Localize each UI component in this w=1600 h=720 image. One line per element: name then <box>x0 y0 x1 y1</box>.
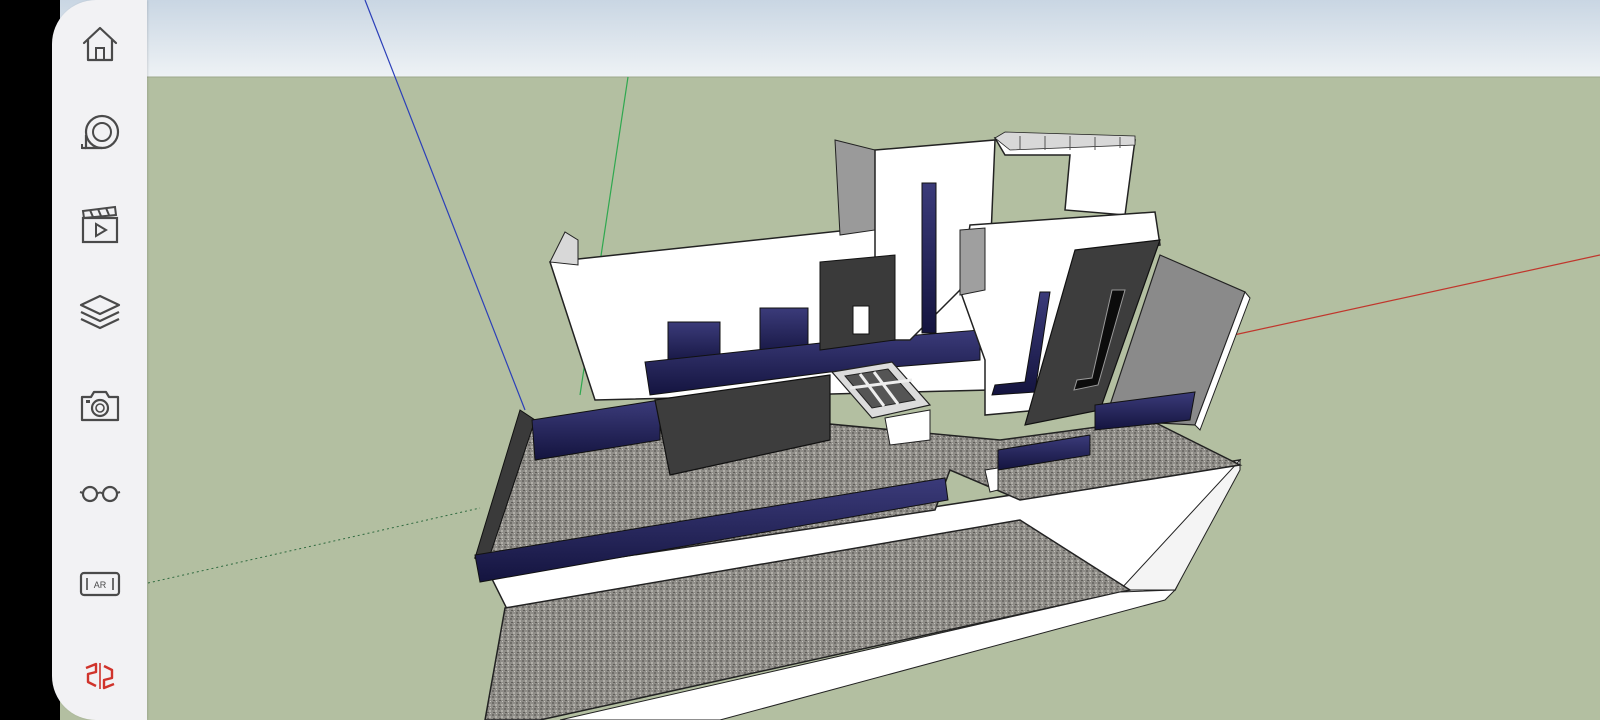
chimney-opening <box>852 305 870 335</box>
tape-measure-icon <box>77 111 123 157</box>
camera-icon <box>78 384 122 428</box>
svg-text:AR: AR <box>94 580 107 590</box>
dark-chimney <box>819 254 896 351</box>
home-button[interactable] <box>74 18 126 70</box>
left-toolbar: AR <box>52 0 147 720</box>
glasses-icon <box>78 479 122 509</box>
tower-slot-window <box>921 182 937 334</box>
sketchup-logo-button[interactable] <box>74 650 126 702</box>
layers-button[interactable] <box>74 287 126 339</box>
tape-measure-button[interactable] <box>74 108 126 160</box>
home-icon <box>78 22 122 66</box>
status-gutter <box>0 0 60 720</box>
scenes-icon <box>78 202 122 246</box>
app-screen: AR <box>0 0 1600 720</box>
sky <box>60 0 1600 77</box>
ar-button[interactable]: AR <box>74 558 126 610</box>
sketchup-logo-icon <box>80 660 120 692</box>
3d-viewport[interactable] <box>60 0 1600 720</box>
model-canvas[interactable] <box>60 0 1600 720</box>
scenes-button[interactable] <box>74 198 126 250</box>
right-block-side <box>959 227 986 296</box>
camera-button[interactable] <box>74 380 126 432</box>
layers-icon <box>77 290 123 336</box>
ar-icon: AR <box>78 568 122 600</box>
glasses-button[interactable] <box>74 468 126 520</box>
tower-left-side <box>834 139 876 236</box>
